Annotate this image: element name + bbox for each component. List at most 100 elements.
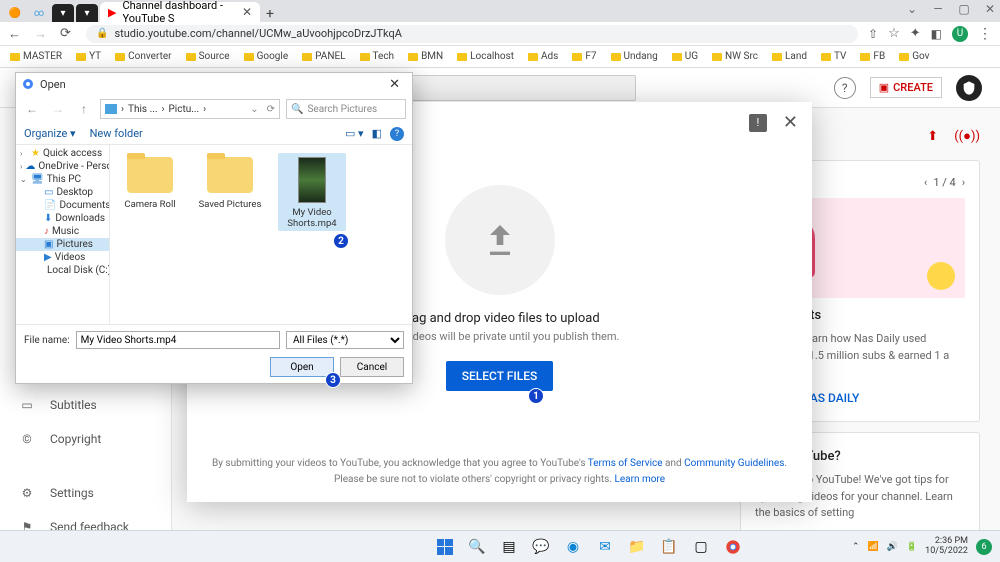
menu-icon[interactable]: ⋮ (978, 26, 992, 42)
bookmark-undang[interactable]: Undang (611, 51, 658, 62)
bookmark-land[interactable]: Land (772, 51, 807, 62)
view-mode-icon[interactable]: ▭ ▾ (345, 127, 364, 140)
feedback-chip-icon[interactable]: ! (749, 114, 767, 132)
reload-icon[interactable]: ⟳ (60, 26, 76, 41)
tab-pin-4[interactable]: ▾ (76, 4, 98, 22)
clock[interactable]: 2:36 PM 10/5/2022 (925, 537, 968, 557)
tos-link[interactable]: Terms of Service (588, 458, 663, 469)
store-icon[interactable]: ▢ (690, 536, 712, 558)
help-icon[interactable]: ? (834, 77, 856, 99)
dialog-forward-icon[interactable]: → (48, 102, 68, 116)
bookmark-converter[interactable]: Converter (115, 51, 171, 62)
guidelines-link[interactable]: Community Guidelines (684, 458, 784, 469)
battery-icon[interactable]: 🔋 (906, 542, 917, 552)
path-refresh-icon[interactable]: ⟳ (267, 104, 275, 115)
dialog-up-icon[interactable]: ↑ (74, 102, 94, 116)
open-button[interactable]: Open (270, 357, 334, 377)
bookmark-f7[interactable]: F7 (572, 51, 596, 62)
sidebar-copyright[interactable]: ©Copyright (0, 422, 171, 456)
tree-downloads[interactable]: ⬇Downloads (16, 212, 109, 225)
tab-pin-3[interactable]: ▾ (52, 4, 74, 22)
taskbar-search-icon[interactable]: 🔍 (466, 536, 488, 558)
tree-pictures[interactable]: ▣Pictures (16, 238, 109, 251)
tree-music[interactable]: ♪Music (16, 225, 109, 238)
dialog-back-icon[interactable]: ← (22, 102, 42, 116)
file-saved-pictures[interactable]: Saved Pictures (198, 153, 262, 210)
bookmark-yt[interactable]: YT (76, 51, 101, 62)
profile-avatar[interactable]: U (952, 26, 968, 42)
bookmark-ads[interactable]: Ads (528, 51, 558, 62)
learn-more-link[interactable]: Learn more (614, 474, 665, 485)
dialog-path[interactable]: ›This ... ›Pictu... › ⌄ ⟳ (100, 99, 280, 119)
tab-pin-1[interactable]: 🟠 (4, 4, 26, 22)
sidebar-subtitles[interactable]: ▭Subtitles (0, 388, 171, 422)
bookmark-source[interactable]: Source (186, 51, 230, 62)
bookmark-google[interactable]: Google (244, 51, 289, 62)
tree-documents[interactable]: 📄Documents (16, 199, 109, 212)
bookmark-ug[interactable]: UG (672, 51, 698, 62)
new-folder-button[interactable]: New folder (90, 127, 143, 140)
close-tab-icon[interactable]: ✕ (242, 5, 252, 19)
bookmark-gov[interactable]: Gov (899, 51, 929, 62)
bookmark-fb[interactable]: FB (860, 51, 885, 62)
close-window-icon[interactable]: ✕ (982, 2, 998, 16)
share-icon[interactable]: ⇧ (868, 27, 878, 41)
bookmark-nw src[interactable]: NW Src (712, 51, 758, 62)
file-my-video-shorts[interactable]: My Video Shorts.mp4 (278, 153, 346, 231)
extensions-icon[interactable]: ✦ (910, 26, 921, 41)
dialog-help-icon[interactable]: ? (390, 127, 404, 141)
window-dropdown-icon[interactable]: ⌄ (904, 2, 920, 16)
bookmark-panel[interactable]: PANEL (302, 51, 345, 62)
volume-icon[interactable]: 🔊 (887, 542, 898, 552)
file-camera-roll[interactable]: Camera Roll (118, 153, 182, 210)
channel-avatar[interactable] (956, 75, 982, 101)
maximize-icon[interactable]: ▢ (956, 2, 972, 16)
sidebar-settings[interactable]: ⚙Settings (0, 476, 171, 510)
forward-icon[interactable]: → (34, 26, 50, 42)
edge-icon[interactable]: ◉ (562, 536, 584, 558)
upload-icon[interactable]: ⬆ (927, 129, 938, 144)
explorer-icon[interactable]: 📁 (626, 536, 648, 558)
organize-menu[interactable]: Organize ▾ (24, 127, 76, 140)
cancel-button[interactable]: Cancel (340, 357, 404, 377)
tree-localdisk[interactable]: Local Disk (C:) (16, 264, 109, 277)
create-button[interactable]: ▣ CREATE (870, 77, 942, 98)
bookmark-master[interactable]: MASTER (10, 51, 62, 62)
live-icon[interactable]: ((●)) (954, 128, 980, 144)
pager-prev-icon[interactable]: ‹ (924, 175, 927, 192)
tray-chevron-icon[interactable]: ⌃ (852, 542, 860, 552)
tree-videos[interactable]: ▶Videos (16, 251, 109, 264)
minimize-icon[interactable]: ― (930, 2, 946, 16)
notification-count[interactable]: 6 (976, 539, 992, 555)
filename-input[interactable] (76, 331, 280, 349)
close-modal-icon[interactable]: ✕ (783, 112, 798, 133)
notepad-icon[interactable]: 📋 (658, 536, 680, 558)
chat-icon[interactable]: 💬 (530, 536, 552, 558)
wifi-icon[interactable]: 📶 (868, 542, 879, 552)
path-dropdown-icon[interactable]: ⌄ (250, 104, 258, 115)
dialog-search[interactable]: 🔍 Search Pictures (286, 99, 406, 119)
tree-desktop[interactable]: ▭Desktop (16, 186, 109, 199)
new-tab-button[interactable]: + (260, 6, 280, 22)
url-input[interactable]: 🔒 studio.youtube.com/channel/UCMw_aUvooh… (86, 25, 858, 43)
pager-next-icon[interactable]: › (962, 175, 965, 192)
mail-icon[interactable]: ✉ (594, 536, 616, 558)
bookmark-tv[interactable]: TV (821, 51, 846, 62)
bookmark-bmn[interactable]: BMN (408, 51, 443, 62)
start-button[interactable] (434, 536, 456, 558)
select-files-button[interactable]: SELECT FILES (446, 361, 554, 391)
task-view-icon[interactable]: ▤ (498, 536, 520, 558)
chrome-taskbar-icon[interactable] (722, 536, 744, 558)
tree-quick-access[interactable]: ›★Quick access (16, 147, 109, 160)
panel-icon[interactable]: ◧ (931, 27, 942, 41)
bookmark-tech[interactable]: Tech (360, 51, 395, 62)
bookmark-localhost[interactable]: Localhost (457, 51, 514, 62)
preview-pane-icon[interactable]: ◧ (372, 127, 382, 140)
back-icon[interactable]: ← (8, 26, 24, 42)
active-tab[interactable]: ▶ Channel dashboard - YouTube S ✕ (100, 2, 260, 22)
dialog-close-icon[interactable]: ✕ (383, 77, 406, 92)
tree-this-pc[interactable]: ⌄🖥This PC (16, 173, 109, 186)
upload-dropzone[interactable] (445, 185, 555, 295)
star-icon[interactable]: ☆ (888, 26, 900, 41)
tree-onedrive[interactable]: ›☁OneDrive - Person (16, 160, 109, 173)
